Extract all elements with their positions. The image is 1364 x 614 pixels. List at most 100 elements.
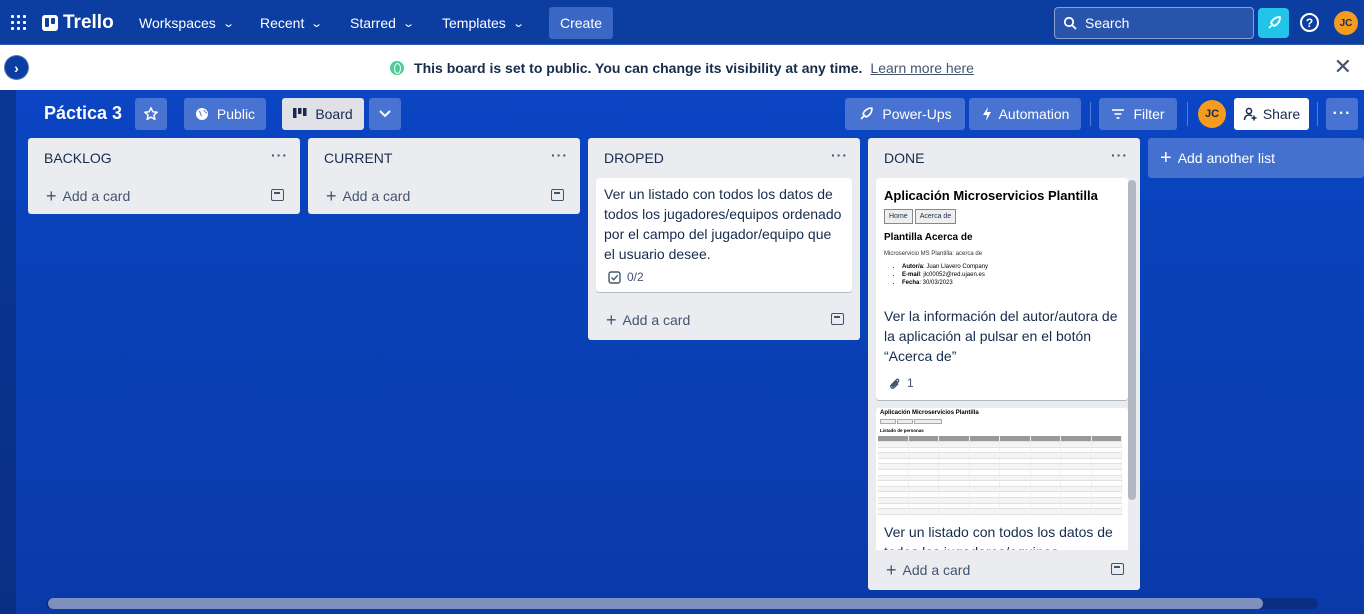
cover-table-cell	[1000, 453, 1031, 458]
list-header[interactable]: BACKLOG ···	[28, 138, 300, 178]
cover-table-cell	[878, 469, 909, 475]
list-title[interactable]: DROPED	[604, 150, 664, 166]
cover-table-cell	[939, 492, 970, 497]
expand-sidebar-button[interactable]: ›	[4, 55, 29, 80]
cover-table-cell	[1061, 442, 1092, 447]
cover-table-cell	[878, 453, 909, 458]
template-icon[interactable]	[551, 189, 564, 201]
add-card-label: Add a card	[622, 312, 691, 328]
chevron-down-icon: ⌄	[310, 17, 324, 30]
board-member-avatar[interactable]: JC	[1198, 100, 1226, 128]
cover-table-cell	[909, 492, 939, 497]
cover-table-cell	[1031, 481, 1061, 486]
list-menu-icon[interactable]: ···	[271, 148, 288, 162]
cover-table-cell	[970, 464, 1000, 469]
cover-table-cell	[1092, 481, 1122, 486]
trello-logo-icon	[42, 15, 58, 31]
cover-table-cell	[939, 486, 970, 492]
star-board-button[interactable]	[135, 98, 167, 130]
cover-table-cell	[970, 509, 1000, 514]
cover-table-cell	[1061, 475, 1092, 481]
power-ups-label: Power-Ups	[882, 106, 952, 122]
cover-table-cell	[1092, 458, 1122, 464]
cover-table-cell	[970, 458, 1000, 464]
list-menu-icon[interactable]: ···	[551, 148, 568, 162]
cover-table-cell	[1000, 464, 1031, 469]
list-header[interactable]: CURRENT ···	[308, 138, 580, 178]
cover-table-cell	[1092, 486, 1122, 492]
more-options-button[interactable]: ···	[1326, 98, 1358, 130]
cover-table-cell	[909, 497, 939, 503]
views-dropdown-button[interactable]	[369, 98, 401, 130]
add-card-button[interactable]: + Add a card	[588, 300, 860, 340]
card[interactable]: Aplicación Microservicios Plantilla List…	[876, 408, 1128, 550]
cover-table-cell	[1061, 464, 1092, 469]
cover-table-cell	[878, 492, 909, 497]
cover-table-cell	[939, 447, 970, 453]
board-title[interactable]: Páctica 3	[44, 103, 122, 124]
close-icon[interactable]: ✕	[1334, 56, 1352, 78]
cover-table-cell	[970, 453, 1000, 458]
automation-button[interactable]: Automation	[969, 98, 1081, 130]
workspaces-menu[interactable]: Workspaces ⌄	[139, 7, 235, 39]
plus-icon: +	[1160, 147, 1172, 169]
share-button[interactable]: Share	[1234, 98, 1309, 130]
cover-nav-home: Home	[884, 209, 913, 224]
list-title[interactable]: DONE	[884, 150, 924, 166]
cover-table-cell	[878, 436, 909, 441]
recent-menu[interactable]: Recent ⌄	[260, 7, 324, 39]
cover-table-cell	[1031, 497, 1061, 503]
create-button[interactable]: Create	[549, 7, 613, 39]
cover-table-cell	[1031, 453, 1061, 458]
templates-menu[interactable]: Templates ⌄	[442, 7, 525, 39]
cover-table-cell	[1092, 442, 1122, 447]
cover-table-cell	[909, 442, 939, 447]
cover-table-cell	[1061, 486, 1092, 492]
cover-table-cell	[1000, 442, 1031, 447]
visibility-button[interactable]: Public	[184, 98, 266, 130]
cover-table-cell	[1061, 469, 1092, 475]
apps-grid-icon[interactable]	[11, 15, 27, 31]
cover-table-cell	[909, 475, 939, 481]
banner-message: This board is set to public. You can cha…	[414, 59, 863, 76]
board-view-label: Board	[315, 106, 353, 122]
list-header[interactable]: DROPED ···	[588, 138, 860, 178]
list-scrollbar-thumb[interactable]	[1128, 180, 1136, 500]
board-scrollbar-thumb[interactable]	[48, 598, 1263, 609]
learn-more-link[interactable]: Learn more here	[870, 60, 974, 76]
add-card-button[interactable]: + Add a card	[28, 178, 300, 214]
add-card-label: Add a card	[902, 562, 971, 578]
header-divider	[1317, 102, 1318, 126]
chevron-right-icon: ›	[14, 59, 19, 76]
notifications-button[interactable]	[1258, 8, 1289, 38]
template-icon[interactable]	[1111, 563, 1124, 575]
add-another-list-button[interactable]: + Add another list	[1148, 138, 1364, 178]
list-menu-icon[interactable]: ···	[1111, 148, 1128, 162]
list-menu-icon[interactable]: ···	[831, 148, 848, 162]
list-title[interactable]: CURRENT	[324, 150, 392, 166]
cover-table-cell	[878, 475, 909, 481]
card[interactable]: Aplicación Microservicios Plantilla Home…	[876, 178, 1128, 400]
add-card-button[interactable]: + Add a card	[868, 550, 1140, 590]
attachment-count: 1	[907, 376, 914, 390]
user-avatar[interactable]: JC	[1334, 11, 1358, 35]
list-header[interactable]: DONE ···	[868, 138, 1140, 178]
help-icon[interactable]: ?	[1300, 13, 1319, 32]
power-ups-button[interactable]: Power-Ups	[845, 98, 965, 130]
template-icon[interactable]	[271, 189, 284, 201]
cover-table-cell	[1000, 509, 1031, 514]
cover-table-cell	[1061, 497, 1092, 503]
cover-table-cell	[939, 436, 970, 441]
cover-table-cell	[970, 486, 1000, 492]
cover-table-cell	[939, 453, 970, 458]
starred-menu[interactable]: Starred ⌄	[350, 7, 415, 39]
search-input[interactable]: Search	[1054, 7, 1254, 39]
list-title[interactable]: BACKLOG	[44, 150, 112, 166]
add-card-button[interactable]: + Add a card	[308, 178, 580, 214]
cover-table-cell	[1092, 509, 1122, 514]
template-icon[interactable]	[831, 313, 844, 325]
trello-logo[interactable]: Trello	[42, 12, 114, 34]
board-view-button[interactable]: Board	[282, 98, 364, 130]
filter-button[interactable]: Filter	[1099, 98, 1177, 130]
card[interactable]: Ver un listado con todos los datos de to…	[596, 178, 852, 292]
